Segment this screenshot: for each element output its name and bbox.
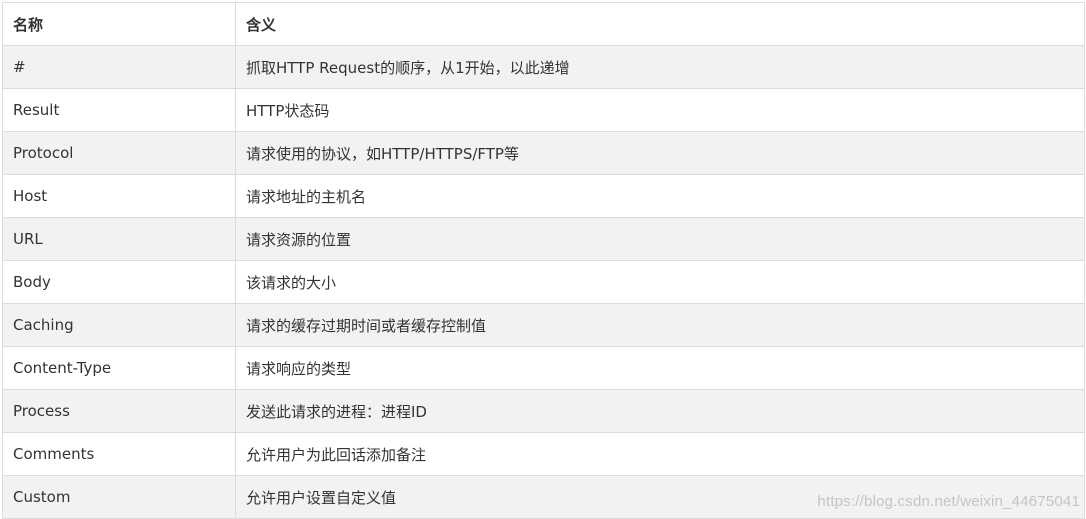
table-header: 名称 含义: [2, 2, 1085, 46]
field-meaning-cell: 请求使用的协议，如HTTP/HTTPS/FTP等: [235, 131, 1085, 175]
fields-table: 名称 含义 # 抓取HTTP Request的顺序，从1开始，以此递增 Resu…: [2, 2, 1085, 519]
field-meaning-cell: 允许用户为此回话添加备注: [235, 432, 1085, 476]
table-row: Content-Type 请求响应的类型: [2, 346, 1085, 390]
table-body: # 抓取HTTP Request的顺序，从1开始，以此递增 Result HTT…: [2, 45, 1085, 519]
table-row: Result HTTP状态码: [2, 88, 1085, 132]
field-meaning-cell: 请求资源的位置: [235, 217, 1085, 261]
table-row: Comments 允许用户为此回话添加备注: [2, 432, 1085, 476]
field-meaning-cell: 请求地址的主机名: [235, 174, 1085, 218]
field-name-cell: Comments: [2, 432, 236, 476]
table-row: Protocol 请求使用的协议，如HTTP/HTTPS/FTP等: [2, 131, 1085, 175]
table-row: Caching 请求的缓存过期时间或者缓存控制值: [2, 303, 1085, 347]
table-row: Host 请求地址的主机名: [2, 174, 1085, 218]
field-name-cell: Protocol: [2, 131, 236, 175]
field-name-cell: Host: [2, 174, 236, 218]
field-name-cell: Custom: [2, 475, 236, 519]
table-row: Body 该请求的大小: [2, 260, 1085, 304]
field-name-cell: Result: [2, 88, 236, 132]
field-name-cell: Body: [2, 260, 236, 304]
field-name-cell: #: [2, 45, 236, 89]
table-row: Custom 允许用户设置自定义值: [2, 475, 1085, 519]
field-name-cell: Content-Type: [2, 346, 236, 390]
table-row: Process 发送此请求的进程：进程ID: [2, 389, 1085, 433]
table-row: URL 请求资源的位置: [2, 217, 1085, 261]
table-row: # 抓取HTTP Request的顺序，从1开始，以此递增: [2, 45, 1085, 89]
field-name-cell: Process: [2, 389, 236, 433]
field-meaning-cell: 请求的缓存过期时间或者缓存控制值: [235, 303, 1085, 347]
field-name-cell: URL: [2, 217, 236, 261]
field-meaning-cell: 请求响应的类型: [235, 346, 1085, 390]
field-name-cell: Caching: [2, 303, 236, 347]
field-meaning-cell: 抓取HTTP Request的顺序，从1开始，以此递增: [235, 45, 1085, 89]
column-header-meaning: 含义: [235, 2, 1085, 46]
fields-table-container: 名称 含义 # 抓取HTTP Request的顺序，从1开始，以此递增 Resu…: [2, 2, 1085, 519]
field-meaning-cell: 允许用户设置自定义值: [235, 475, 1085, 519]
field-meaning-cell: 发送此请求的进程：进程ID: [235, 389, 1085, 433]
field-meaning-cell: 该请求的大小: [235, 260, 1085, 304]
header-row: 名称 含义: [2, 2, 1085, 46]
field-meaning-cell: HTTP状态码: [235, 88, 1085, 132]
column-header-name: 名称: [2, 2, 236, 46]
